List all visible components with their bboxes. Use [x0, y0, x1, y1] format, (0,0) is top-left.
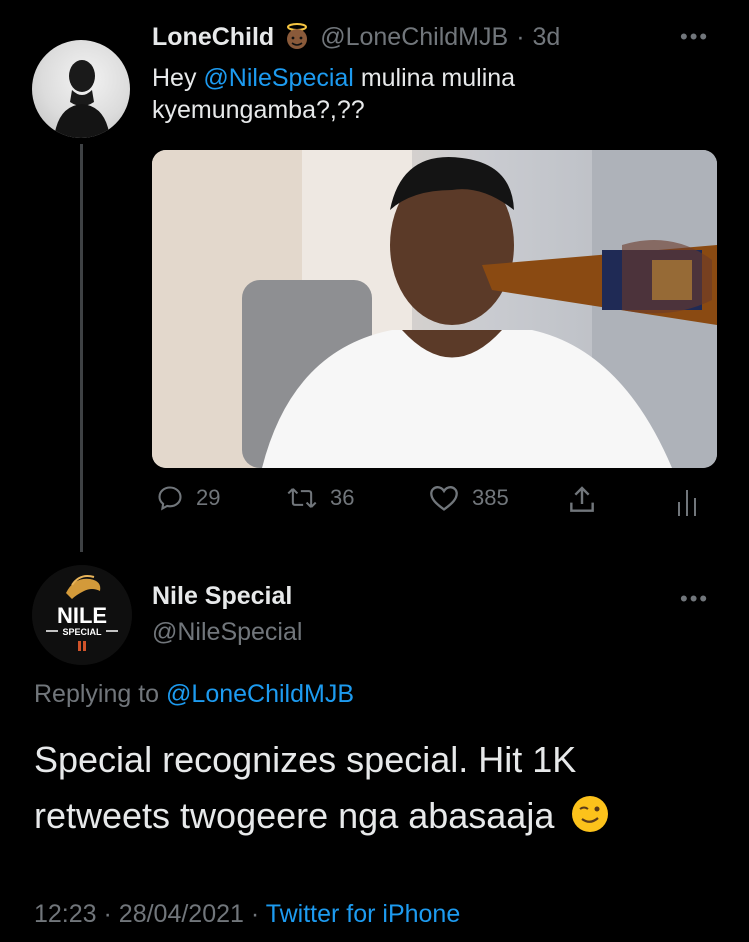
tweet1-more-icon[interactable]: ••• — [680, 24, 709, 50]
tweet1-media-image[interactable] — [152, 150, 717, 468]
tweet2-more-icon[interactable]: ••• — [680, 586, 709, 612]
tweet1-mention[interactable]: @NileSpecial — [203, 64, 353, 92]
tweet2-time[interactable]: 12:23 — [34, 900, 97, 928]
tweet1-header: LoneChild @LoneChildMJB · 3d — [152, 22, 560, 52]
retweet-icon — [287, 488, 317, 508]
tweet1-separator: · — [516, 22, 525, 51]
tweet2-handle[interactable]: @NileSpecial — [152, 618, 302, 647]
tweet2-text-block: Special recognizes special. Hit 1K retwe… — [34, 732, 674, 844]
retweet-count: 36 — [330, 485, 355, 510]
tweet2-display-name[interactable]: Nile Special — [152, 582, 292, 611]
nile-logo-text: NILE — [57, 603, 107, 628]
thread-line — [80, 144, 83, 552]
like-count: 385 — [472, 485, 509, 510]
nile-special-avatar[interactable]: NILE SPECIAL — [32, 565, 132, 665]
reply-icon — [158, 486, 182, 511]
tweet1-handle[interactable]: @LoneChildMJB — [320, 23, 508, 52]
photo-man-drinking-icon — [152, 150, 717, 468]
tweet1-text: Hey @NileSpecial mulina mulina kyemungam… — [152, 62, 712, 126]
reply-count: 29 — [196, 485, 221, 510]
share-button[interactable] — [566, 484, 598, 521]
analytics-button[interactable] — [676, 488, 698, 521]
wink-emoji-icon — [570, 794, 610, 834]
replying-to-label: Replying to — [34, 680, 160, 708]
tweet2-meta-sep-1: · — [103, 900, 112, 928]
retweet-button[interactable]: 36 — [286, 484, 354, 512]
tweet1-display-name[interactable]: LoneChild — [152, 23, 274, 52]
reply-button[interactable]: 29 — [156, 484, 220, 512]
tweet2-text: Special recognizes special. Hit 1K retwe… — [34, 739, 577, 836]
angel-emoji-icon — [282, 22, 312, 52]
replying-to-line: Replying to @LoneChildMJB — [34, 680, 354, 709]
tweet1-text-hey: Hey — [152, 64, 197, 92]
analytics-icon — [678, 490, 696, 516]
tweet2-source[interactable]: Twitter for iPhone — [266, 900, 461, 928]
tweet2-meta: 12:23 · 28/04/2021 · Twitter for iPhone — [34, 900, 460, 929]
like-button[interactable]: 385 — [428, 484, 509, 512]
tweet1-age[interactable]: 3d — [533, 23, 561, 52]
person-avatar-icon — [54, 60, 110, 138]
like-icon — [430, 486, 458, 511]
lonechild-avatar[interactable] — [32, 40, 130, 138]
share-icon — [570, 486, 594, 512]
replying-to-handle[interactable]: @LoneChildMJB — [166, 680, 354, 708]
nile-logo-subtext: SPECIAL — [62, 627, 102, 637]
tweet2-meta-sep-2: · — [250, 900, 260, 928]
tweet2-date[interactable]: 28/04/2021 — [119, 900, 244, 928]
nile-special-logo-icon: NILE SPECIAL — [32, 565, 132, 665]
